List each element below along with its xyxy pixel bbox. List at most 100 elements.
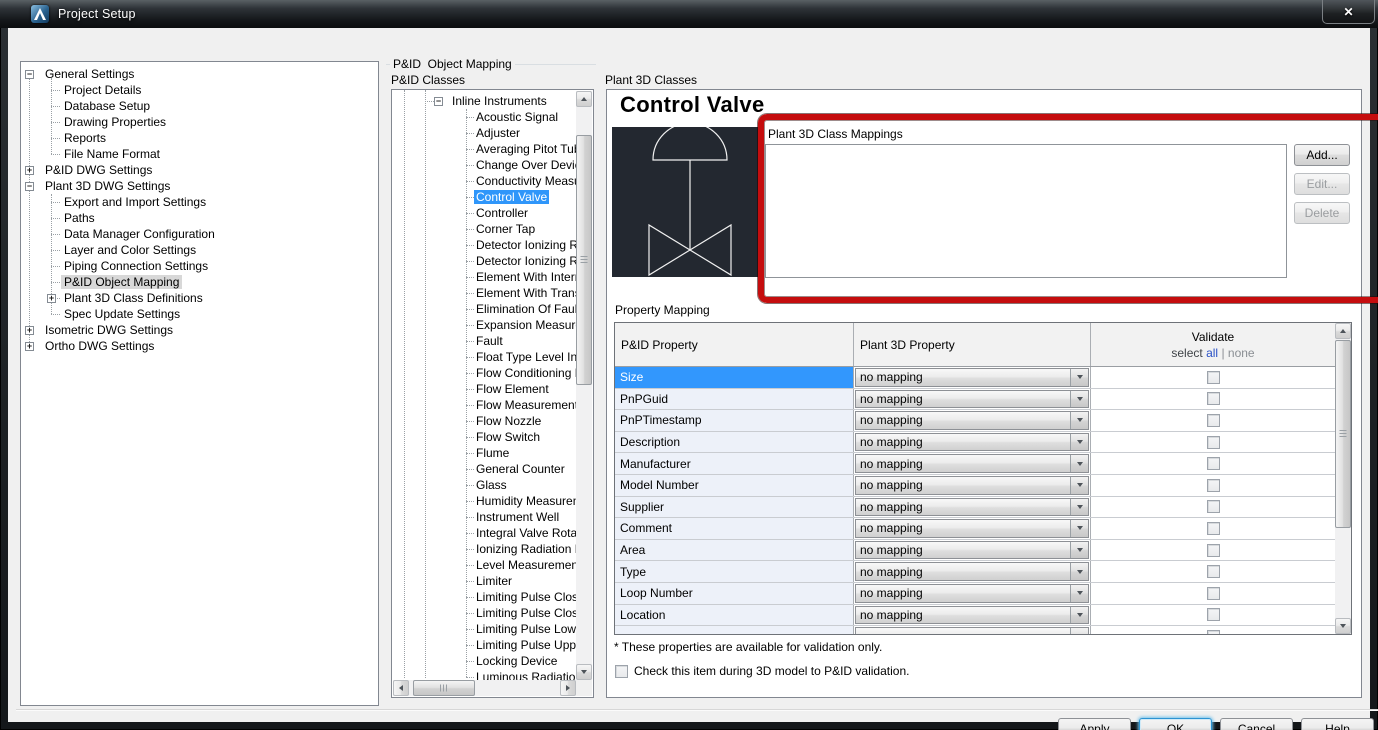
pid-class-tree-item-averaging-pitot-tube[interactable]: Averaging Pitot Tube — [392, 141, 576, 157]
dropdown-arrow-icon[interactable] — [1070, 369, 1088, 386]
plant3d-property-select[interactable]: no mapping — [855, 583, 1089, 603]
validate-checkbox[interactable] — [1206, 500, 1220, 514]
minus-expander-icon[interactable]: − — [25, 69, 34, 79]
ok-button[interactable]: OK — [1139, 718, 1212, 730]
pid-class-tree-item-acoustic-signal[interactable]: Acoustic Signal — [392, 109, 576, 125]
pid-property-cell[interactable]: Area — [615, 539, 854, 561]
pid-class-tree-item-glass[interactable]: Glass — [392, 477, 576, 493]
settings-tree-item-piping-connection-settings[interactable]: Piping Connection Settings — [21, 258, 378, 274]
table-vertical-scrollbar[interactable] — [1335, 323, 1351, 634]
plant3d-property-select[interactable]: no mapping — [855, 562, 1089, 581]
settings-tree-item-plant-3d-dwg-settings[interactable]: − Plant 3D DWG Settings — [21, 178, 378, 194]
dropdown-arrow-icon[interactable] — [1070, 412, 1088, 429]
dropdown-arrow-icon[interactable] — [1070, 563, 1088, 580]
pid-class-tree-item-limiting-pulse-closes[interactable]: Limiting Pulse Closes — [392, 589, 576, 605]
pid-class-tree-item-limiting-pulse-upper[interactable]: Limiting Pulse Upper — [392, 637, 576, 653]
settings-tree-item-drawing-properties[interactable]: Drawing Properties — [21, 114, 378, 130]
pid-class-tree-root-inline-instruments[interactable]: − Inline Instruments — [392, 93, 576, 109]
dropdown-arrow-icon[interactable] — [1070, 433, 1088, 451]
pid-class-tree-item-instrument-well[interactable]: Instrument Well — [392, 509, 576, 525]
pid-property-cell[interactable]: Type — [615, 561, 854, 582]
dropdown-arrow-icon[interactable] — [1070, 476, 1088, 494]
pid-property-cell[interactable]: Size — [615, 367, 854, 388]
settings-tree-item-plant-3d-class-definitions[interactable]: + Plant 3D Class Definitions — [21, 290, 378, 306]
pid-class-tree-item-flow-switch[interactable]: Flow Switch — [392, 429, 576, 445]
validate-checkbox[interactable] — [1206, 457, 1220, 471]
settings-tree-item-p-id-dwg-settings[interactable]: + P&ID DWG Settings — [21, 162, 378, 178]
pid-class-tree-item-element-with-transm[interactable]: Element With Transm — [392, 285, 576, 301]
select-none-link[interactable]: none — [1228, 346, 1255, 360]
validate-checkbox[interactable] — [1206, 608, 1220, 622]
plant3d-property-select[interactable]: no mapping — [855, 389, 1089, 409]
dropdown-arrow-icon[interactable] — [1070, 390, 1088, 408]
settings-tree-item-project-details[interactable]: Project Details — [21, 82, 378, 98]
plant3d-property-select[interactable]: no mapping — [855, 432, 1089, 452]
pid-class-tree-item-detector-ionizing-ra[interactable]: Detector Ionizing Ra — [392, 253, 576, 269]
scroll-up-button[interactable] — [1335, 323, 1351, 339]
pid-class-tree-item-ionizing-radiation-me[interactable]: Ionizing Radiation Me — [392, 541, 576, 557]
plant3d-property-select[interactable]: no mapping — [855, 540, 1089, 560]
pid-property-cell[interactable]: Comment — [615, 518, 854, 539]
vertical-scrollbar[interactable] — [576, 91, 592, 680]
pid-class-tree-item-flow-element[interactable]: Flow Element — [392, 381, 576, 397]
plant3d-property-select[interactable]: no mapping — [855, 605, 1089, 625]
dropdown-arrow-icon[interactable] — [1070, 541, 1088, 559]
apply-button[interactable]: Apply — [1058, 718, 1131, 730]
validate-checkbox[interactable] — [1206, 413, 1220, 427]
pid-class-tree-item-fault[interactable]: Fault — [392, 333, 576, 349]
select-all-link[interactable]: all — [1206, 346, 1218, 360]
pid-class-tree-item-adjuster[interactable]: Adjuster — [392, 125, 576, 141]
pid-property-cell[interactable]: Manufacturer — [615, 453, 854, 474]
pid-class-tree-item-controller[interactable]: Controller — [392, 205, 576, 221]
pid-property-cell[interactable]: PnPTimestamp — [615, 410, 854, 431]
validate-checkbox[interactable] — [1206, 586, 1220, 600]
pid-class-tree-item-flow-conditioning-de[interactable]: Flow Conditioning De — [392, 365, 576, 381]
settings-tree-item-reports[interactable]: Reports — [21, 130, 378, 146]
pid-class-tree-item-locking-device[interactable]: Locking Device — [392, 653, 576, 669]
settings-tree-item-spec-update-settings[interactable]: Spec Update Settings — [21, 306, 378, 322]
pid-class-tree-item-flume[interactable]: Flume — [392, 445, 576, 461]
validate-checkbox[interactable] — [1206, 478, 1220, 492]
scroll-left-button[interactable] — [393, 680, 409, 696]
scroll-up-button[interactable] — [576, 91, 592, 107]
dropdown-arrow-icon[interactable] — [1070, 606, 1088, 624]
pid-class-tree-item-limiting-pulse-lower[interactable]: Limiting Pulse Lower — [392, 621, 576, 637]
settings-tree-item-file-name-format[interactable]: File Name Format — [21, 146, 378, 162]
dropdown-arrow-icon[interactable] — [1070, 628, 1088, 634]
pid-class-tree-item-change-over-device[interactable]: Change Over Device — [392, 157, 576, 173]
pid-class-tree-item-detector-ionizing-ra[interactable]: Detector Ionizing Ra — [392, 237, 576, 253]
plus-expander-icon[interactable]: + — [47, 293, 56, 303]
delete-button[interactable]: Delete — [1294, 202, 1350, 224]
scroll-right-button[interactable] — [560, 680, 576, 696]
validate-checkbox[interactable] — [1206, 392, 1220, 406]
pid-property-cell[interactable]: Description — [615, 431, 854, 453]
settings-tree-item-isometric-dwg-settings[interactable]: + Isometric DWG Settings — [21, 322, 378, 338]
edit-button[interactable]: Edit... — [1294, 173, 1350, 195]
plant3d-property-select[interactable]: no mapping — [855, 475, 1089, 495]
dropdown-arrow-icon[interactable] — [1070, 498, 1088, 516]
validate-checkbox[interactable] — [1206, 435, 1220, 449]
scroll-down-button[interactable] — [1335, 618, 1351, 634]
validate-checkbox[interactable] — [1206, 565, 1220, 579]
pid-class-tree-item-flow-nozzle[interactable]: Flow Nozzle — [392, 413, 576, 429]
cancel-button[interactable]: Cancel — [1220, 718, 1293, 730]
plant3d-property-select[interactable]: no mapping — [855, 519, 1089, 538]
validation-checkbox[interactable] — [615, 664, 628, 678]
plant3d-property-select[interactable]: no mapping — [855, 454, 1089, 473]
plus-expander-icon[interactable]: + — [25, 165, 34, 175]
settings-tree-item-database-setup[interactable]: Database Setup — [21, 98, 378, 114]
pid-class-tree-item-general-counter[interactable]: General Counter — [392, 461, 576, 477]
plant3d-property-select[interactable]: no mapping — [855, 368, 1089, 387]
minus-expander-icon[interactable]: − — [434, 96, 443, 106]
dropdown-arrow-icon[interactable] — [1070, 455, 1088, 472]
plant3d-property-select[interactable]: no mapping — [855, 411, 1089, 430]
plus-expander-icon[interactable]: + — [25, 341, 34, 351]
pid-property-cell[interactable]: Loop Number — [615, 582, 854, 604]
close-button[interactable]: ✕ — [1322, 0, 1375, 24]
settings-tree-item-p-id-object-mapping[interactable]: P&ID Object Mapping — [21, 274, 378, 290]
pid-class-tree-item-level-measurement[interactable]: Level Measurement — [392, 557, 576, 573]
help-button[interactable]: Help — [1301, 718, 1374, 730]
pid-class-tree-item-expansion-measurem[interactable]: Expansion Measurem — [392, 317, 576, 333]
scrollbar-thumb[interactable] — [576, 135, 592, 385]
class-mappings-list[interactable] — [765, 144, 1287, 278]
